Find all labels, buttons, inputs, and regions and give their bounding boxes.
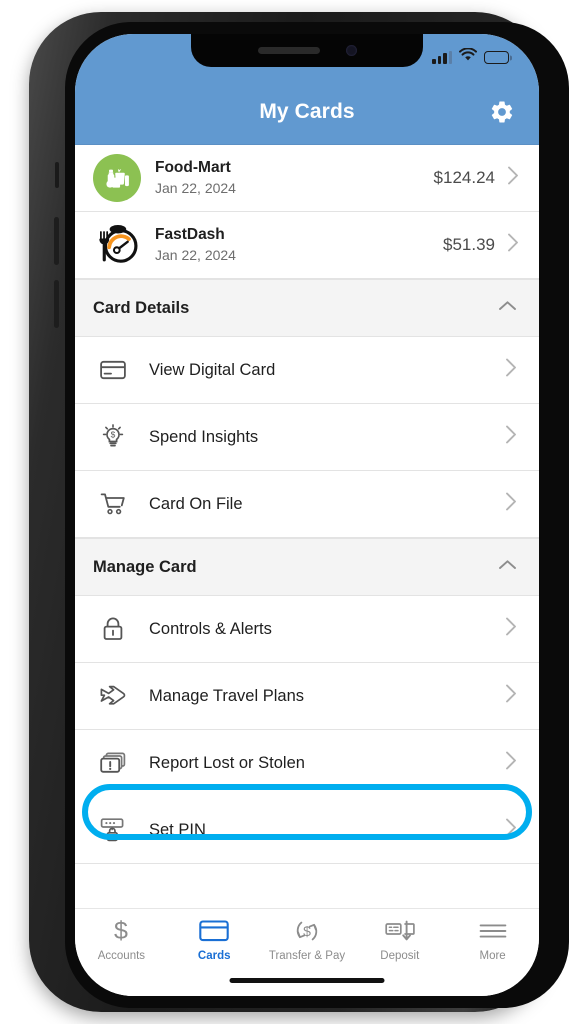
tab-cards[interactable]: Cards xyxy=(168,918,261,962)
transaction-row-food-mart[interactable]: Food-Mart Jan 22, 2024 $124.24 xyxy=(75,145,539,212)
tab-transfer-and-pay[interactable]: $ Transfer & Pay xyxy=(261,918,354,962)
phone-notch xyxy=(191,34,423,67)
gear-icon[interactable] xyxy=(487,97,517,127)
tab-label: More xyxy=(479,950,506,962)
silent-switch-button[interactable] xyxy=(55,162,59,188)
section-title: Manage Card xyxy=(93,557,197,576)
svg-text:$: $ xyxy=(111,430,116,440)
merchant-name: Food-Mart xyxy=(155,159,231,177)
grocery-bag-icon xyxy=(93,154,141,202)
food-delivery-speedometer-icon xyxy=(93,221,141,269)
lightbulb-dollar-icon: $ xyxy=(93,424,133,450)
tab-deposit[interactable]: Deposit xyxy=(353,918,446,962)
check-deposit-icon xyxy=(385,918,415,944)
tab-label: Cards xyxy=(197,950,231,962)
dollar-sign-icon: $ xyxy=(109,918,133,944)
transaction-date: Jan 22, 2024 xyxy=(155,246,236,263)
menu-item-set-pin[interactable]: Set PIN xyxy=(75,797,539,864)
transaction-amount: $51.39 xyxy=(443,235,495,254)
status-bar-icons xyxy=(432,47,512,67)
tab-more[interactable]: More xyxy=(446,918,539,962)
chevron-right-icon xyxy=(507,233,519,257)
menu-item-card-on-file[interactable]: Card On File xyxy=(75,471,539,538)
chevron-right-icon xyxy=(505,492,517,516)
transaction-row-fastdash[interactable]: FastDash Jan 22, 2024 $51.39 xyxy=(75,212,539,279)
credit-card-icon xyxy=(199,918,229,944)
transaction-text: Food-Mart Jan 22, 2024 xyxy=(141,158,434,197)
section-title: Card Details xyxy=(93,298,190,317)
chevron-up-icon[interactable] xyxy=(498,558,517,576)
menu-item-view-digital-card[interactable]: View Digital Card xyxy=(75,337,539,404)
phone-frame: My Cards Food-Mart Jan 22, 2024 $124.24 … xyxy=(29,12,569,1012)
svg-text:$: $ xyxy=(114,918,128,944)
menu-item-label: Card On File xyxy=(149,494,243,513)
menu-item-spend-insights[interactable]: $ Spend Insights xyxy=(75,404,539,471)
merchant-name: FastDash xyxy=(155,226,225,244)
earpiece-speaker xyxy=(257,47,320,54)
tab-label: Deposit xyxy=(380,950,420,962)
section-header-manage-card[interactable]: Manage Card xyxy=(75,538,539,596)
transaction-amount: $124.24 xyxy=(433,168,495,187)
transaction-date: Jan 22, 2024 xyxy=(155,179,236,196)
menu-item-controls-alerts[interactable]: Controls & Alerts xyxy=(75,596,539,663)
shopping-cart-icon xyxy=(93,492,133,516)
front-camera xyxy=(345,45,357,56)
cellular-signal-icon xyxy=(432,51,452,64)
pin-padlock-icon xyxy=(93,817,133,843)
phone-screen: My Cards Food-Mart Jan 22, 2024 $124.24 … xyxy=(75,34,539,996)
app-header: My Cards xyxy=(75,80,539,145)
transfer-dollar-icon: $ xyxy=(293,918,321,944)
menu-item-label: Report Lost or Stolen xyxy=(149,753,305,772)
chevron-right-icon xyxy=(507,166,519,190)
chevron-right-icon xyxy=(505,751,517,775)
menu-item-manage-travel-plans[interactable]: Manage Travel Plans xyxy=(75,663,539,730)
battery-icon xyxy=(484,51,512,64)
menu-item-report-lost-or-stolen[interactable]: Report Lost or Stolen xyxy=(75,730,539,797)
section-header-card-details[interactable]: Card Details xyxy=(75,279,539,337)
padlock-icon xyxy=(93,616,133,642)
chevron-up-icon[interactable] xyxy=(498,299,517,317)
chevron-right-icon xyxy=(505,818,517,842)
volume-down-button[interactable] xyxy=(54,280,59,328)
card-detail-scroll-area[interactable]: Food-Mart Jan 22, 2024 $124.24 FastDash … xyxy=(75,145,539,908)
menu-item-label: View Digital Card xyxy=(149,360,276,379)
menu-item-label: Set PIN xyxy=(149,820,206,839)
chevron-right-icon xyxy=(505,358,517,382)
menu-item-label: Spend Insights xyxy=(149,427,259,446)
page-title: My Cards xyxy=(259,100,355,123)
chevron-right-icon xyxy=(505,425,517,449)
menu-item-label: Manage Travel Plans xyxy=(149,686,305,705)
cards-alert-icon xyxy=(93,751,133,775)
transaction-text: FastDash Jan 22, 2024 xyxy=(141,225,443,264)
svg-text:$: $ xyxy=(303,923,311,939)
home-indicator[interactable] xyxy=(229,978,385,983)
chevron-right-icon xyxy=(505,617,517,641)
wifi-icon xyxy=(459,47,477,67)
tab-label: Transfer & Pay xyxy=(268,950,346,962)
volume-up-button[interactable] xyxy=(54,217,59,265)
tab-accounts[interactable]: $ Accounts xyxy=(75,918,168,962)
chevron-right-icon xyxy=(505,684,517,708)
airplane-icon xyxy=(93,684,133,708)
tab-label: Accounts xyxy=(97,950,146,962)
credit-card-icon xyxy=(93,360,133,380)
hamburger-menu-icon xyxy=(479,918,507,944)
menu-item-label: Controls & Alerts xyxy=(149,619,272,638)
